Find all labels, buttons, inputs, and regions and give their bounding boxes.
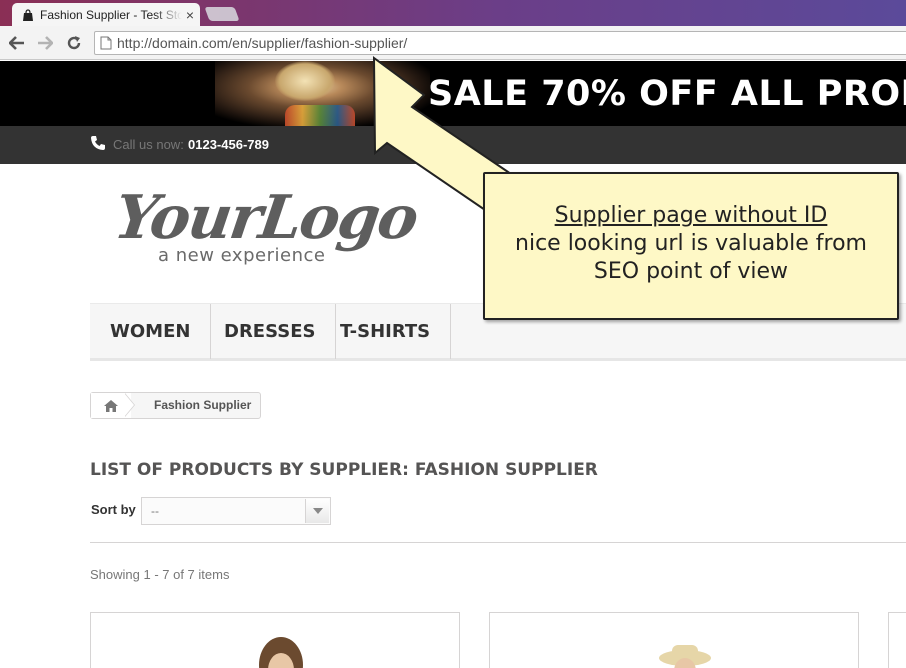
annotation-callout: Supplier page without ID nice looking ur…	[483, 172, 899, 320]
breadcrumb-current: Fashion Supplier	[154, 398, 252, 412]
url-scheme: http://	[117, 35, 153, 51]
call-us-label: Call us now:	[113, 137, 184, 152]
sort-selected-value: --	[151, 504, 159, 518]
menu-item-women[interactable]: WOMEN	[90, 304, 212, 359]
address-bar[interactable]: http://domain.com/en/supplier/fashion-su…	[94, 31, 906, 55]
home-icon	[104, 399, 118, 412]
sort-select[interactable]: --	[141, 497, 331, 525]
close-tab-icon[interactable]: ×	[186, 8, 194, 22]
results-count: Showing 1 - 7 of 7 items	[90, 567, 230, 582]
product-image	[659, 645, 711, 668]
sort-label: Sort by	[91, 502, 136, 517]
browser-tab[interactable]: Fashion Supplier - Test Store ×	[12, 3, 200, 26]
divider	[90, 542, 906, 543]
callout-title: Supplier page without ID	[554, 203, 828, 228]
new-tab-button[interactable]	[204, 7, 240, 21]
logo-wordmark: YourLogo	[110, 183, 421, 253]
product-card[interactable]	[489, 612, 859, 668]
back-button[interactable]	[6, 32, 28, 54]
tab-title: Fashion Supplier - Test Store	[40, 7, 182, 22]
phone-number[interactable]: 0123-456-789	[188, 137, 269, 152]
breadcrumb-separator-inner	[124, 393, 134, 417]
page-icon	[100, 36, 112, 50]
callout-line-1: nice looking url is valuable from	[515, 231, 867, 256]
reload-icon	[67, 36, 81, 50]
menu-item-dresses[interactable]: DRESSES	[204, 304, 337, 359]
forward-button[interactable]	[34, 32, 56, 54]
url-text: domain.com/en/supplier/fashion-supplier/	[152, 35, 408, 51]
back-arrow-icon	[9, 36, 24, 50]
phone-icon	[91, 136, 105, 150]
callout-line-2: SEO point of view	[593, 259, 789, 284]
promo-banner[interactable]: SALE 70% OFF ALL PRODUCTS	[0, 61, 906, 126]
browser-tab-bar: Fashion Supplier - Test Store ×	[0, 0, 906, 26]
promo-text: SALE 70% OFF ALL PRODUCTS	[428, 74, 906, 114]
chevron-down-icon[interactable]	[305, 499, 329, 523]
product-card[interactable]	[888, 612, 906, 668]
logo-tagline: a new experience	[158, 245, 326, 266]
product-image	[259, 637, 303, 668]
breadcrumb: Fashion Supplier	[90, 392, 261, 419]
browser-toolbar: http://domain.com/en/supplier/fashion-su…	[0, 26, 906, 60]
promo-model-image	[215, 61, 430, 126]
product-card[interactable]	[90, 612, 460, 668]
forward-arrow-icon	[38, 36, 53, 50]
page-title: LIST OF PRODUCTS BY SUPPLIER: FASHION SU…	[90, 460, 598, 480]
menu-item-tshirts[interactable]: T-SHIRTS	[320, 304, 452, 359]
top-contact-bar: Call us now: 0123-456-789	[0, 126, 906, 164]
shopping-bag-icon	[22, 8, 34, 21]
reload-button[interactable]	[63, 32, 85, 54]
store-logo[interactable]: YourLogo a new experience	[110, 183, 421, 273]
